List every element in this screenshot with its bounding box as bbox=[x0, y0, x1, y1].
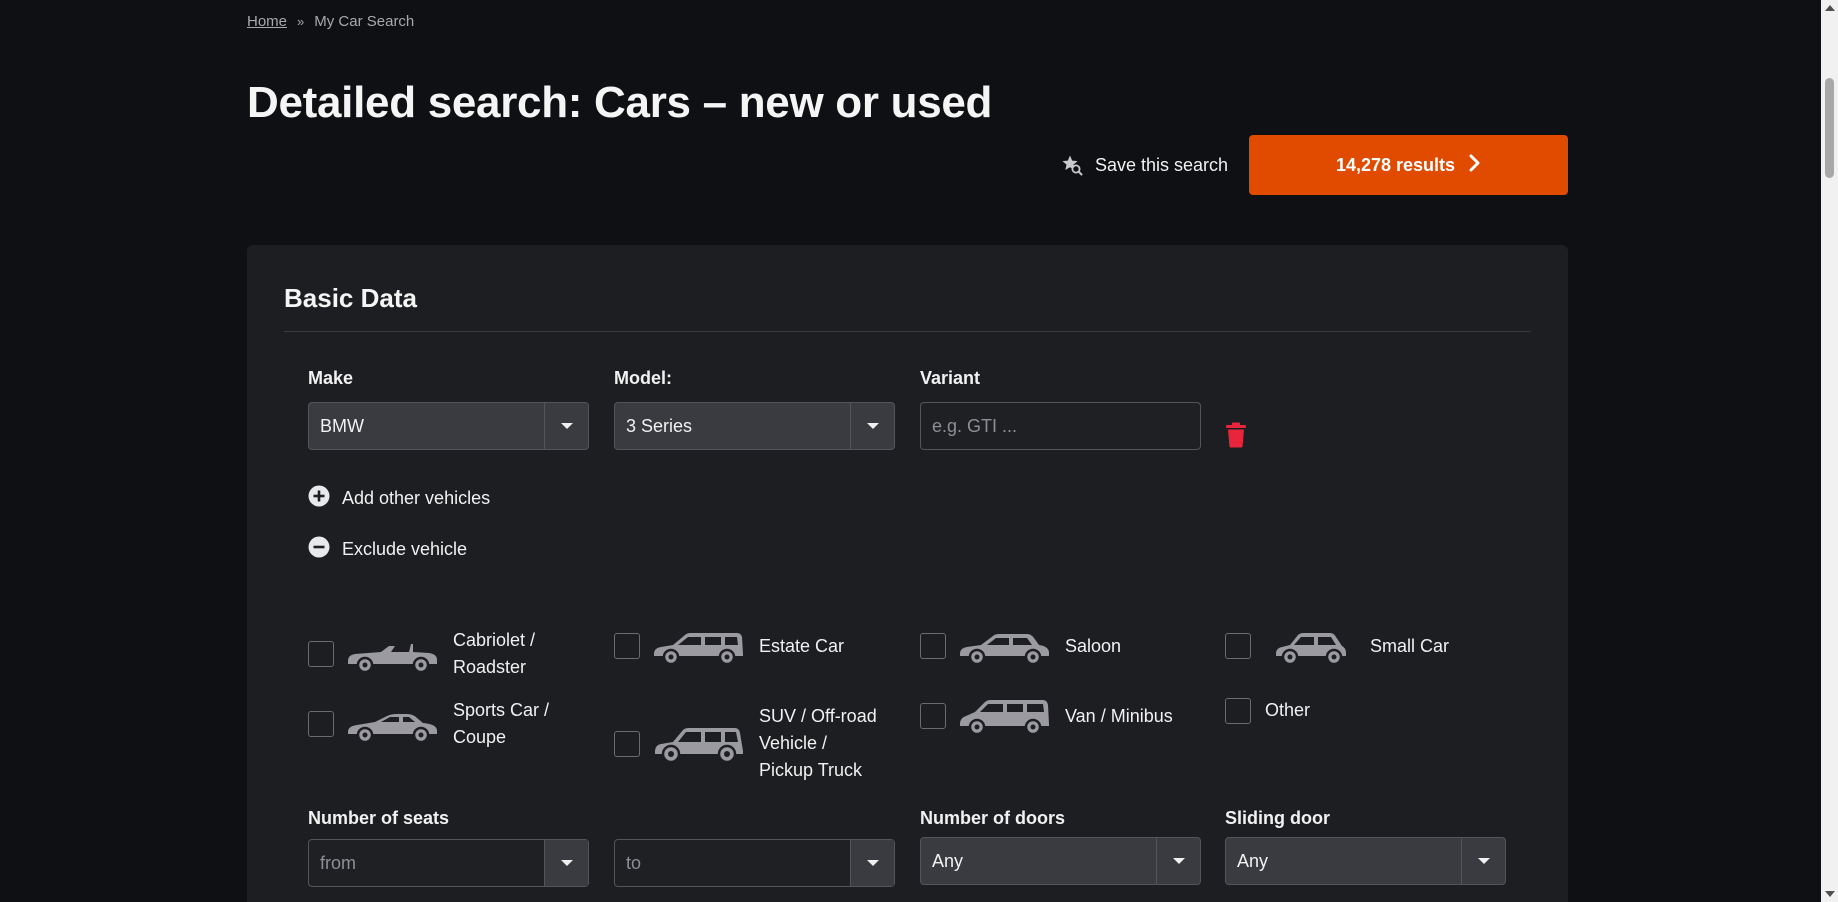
results-label: 14,278 results bbox=[1335, 154, 1456, 175]
model-select[interactable]: 3 Series bbox=[614, 402, 895, 450]
saloon-icon bbox=[960, 634, 1049, 665]
results-button[interactable]: 14,278 results bbox=[1249, 135, 1568, 195]
body-type-sports-car[interactable]: Sports Car / Coupe bbox=[308, 697, 563, 751]
add-other-vehicles-button[interactable]: Add other vehicles bbox=[308, 485, 490, 512]
estate-car-icon bbox=[654, 633, 743, 665]
chevron-right-icon bbox=[1469, 154, 1481, 177]
chevron-down-icon[interactable] bbox=[850, 840, 894, 886]
seats-label: Number of seats bbox=[308, 808, 450, 828]
body-type-label: SUV / Off-road Vehicle / Pickup Truck bbox=[759, 706, 877, 780]
save-search-button[interactable]: Save this search bbox=[1061, 150, 1228, 180]
body-type-suv[interactable]: SUV / Off-road Vehicle / Pickup Truck bbox=[614, 703, 884, 784]
trash-icon[interactable] bbox=[1225, 422, 1247, 453]
doors-select[interactable]: Any bbox=[920, 837, 1201, 885]
scroll-up-arrow-icon[interactable] bbox=[1825, 5, 1835, 11]
scroll-down-arrow-icon[interactable] bbox=[1825, 891, 1835, 897]
body-type-label: Sports Car / Coupe bbox=[453, 700, 550, 747]
make-label: Make bbox=[308, 368, 354, 388]
chevron-down-icon[interactable] bbox=[544, 840, 588, 886]
model-label: Model: bbox=[614, 368, 672, 388]
checkbox[interactable] bbox=[614, 730, 640, 757]
add-other-vehicles-label: Add other vehicles bbox=[342, 488, 491, 508]
body-type-label: Small Car bbox=[1370, 635, 1450, 656]
van-icon bbox=[960, 700, 1049, 735]
checkbox[interactable] bbox=[1225, 697, 1251, 724]
body-type-saloon[interactable]: Saloon bbox=[920, 627, 1121, 665]
exclude-vehicle-button[interactable]: Exclude vehicle bbox=[308, 536, 467, 563]
cabriolet-icon bbox=[348, 644, 437, 673]
make-select[interactable]: BMW bbox=[308, 402, 589, 450]
checkbox[interactable] bbox=[1225, 633, 1251, 659]
variant-label: Variant bbox=[920, 368, 981, 388]
doors-label: Number of doors bbox=[920, 808, 1066, 828]
body-type-label: Other bbox=[1265, 700, 1311, 720]
checkbox[interactable] bbox=[308, 641, 334, 667]
chevron-down-icon[interactable] bbox=[544, 403, 588, 449]
minus-circle-icon bbox=[308, 536, 330, 563]
doors-select-value: Any bbox=[932, 850, 964, 871]
body-type-label: Estate Car bbox=[759, 635, 845, 656]
make-select-value: BMW bbox=[320, 415, 364, 436]
chevron-down-icon[interactable] bbox=[1461, 838, 1505, 884]
checkbox[interactable] bbox=[920, 703, 946, 729]
body-type-estate-car[interactable]: Estate Car bbox=[614, 627, 844, 665]
body-type-other[interactable]: Other bbox=[1225, 697, 1310, 724]
basic-data-panel: Basic Data Make BMW Model: 3 Series Vari… bbox=[247, 245, 1568, 902]
exclude-vehicle-label: Exclude vehicle bbox=[342, 539, 468, 559]
checkbox[interactable] bbox=[614, 633, 640, 659]
sports-car-icon bbox=[348, 714, 437, 743]
scrollbar[interactable] bbox=[1821, 0, 1838, 902]
panel-title: Basic Data bbox=[284, 283, 417, 313]
sliding-door-select-value: Any bbox=[1237, 850, 1269, 871]
panel-divider bbox=[284, 331, 1531, 332]
plus-circle-icon bbox=[308, 485, 330, 512]
body-type-cabriolet[interactable]: Cabriolet / Roadster bbox=[308, 627, 563, 681]
small-car-icon bbox=[1276, 633, 1346, 665]
sliding-door-label: Sliding door bbox=[1225, 808, 1330, 828]
chevron-down-icon[interactable] bbox=[1156, 838, 1200, 884]
breadcrumb-home-link[interactable]: Home bbox=[247, 13, 287, 30]
body-type-small-car[interactable]: Small Car bbox=[1225, 627, 1449, 665]
body-type-van[interactable]: Van / Minibus bbox=[920, 697, 1173, 735]
breadcrumb-separator: » bbox=[297, 14, 305, 29]
body-type-label: Van / Minibus bbox=[1065, 705, 1173, 726]
chevron-down-icon[interactable] bbox=[850, 403, 894, 449]
body-type-label: Saloon bbox=[1065, 635, 1122, 656]
breadcrumb-current: My Car Search bbox=[314, 13, 415, 30]
sliding-door-select[interactable]: Any bbox=[1225, 837, 1506, 885]
save-search-label: Save this search bbox=[1095, 154, 1229, 175]
checkbox[interactable] bbox=[308, 711, 334, 737]
seats-from-value: from bbox=[320, 852, 356, 873]
page-title: Detailed search: Cars – new or used bbox=[247, 78, 993, 127]
seats-to-value: to bbox=[626, 852, 642, 873]
scrollbar-thumb[interactable] bbox=[1825, 78, 1834, 178]
breadcrumb: Home » My Car Search bbox=[247, 13, 414, 30]
seats-to-select[interactable]: to bbox=[614, 839, 895, 887]
body-type-label: Cabriolet / Roadster bbox=[453, 630, 536, 677]
suv-icon bbox=[655, 727, 743, 763]
variant-input[interactable] bbox=[920, 402, 1201, 450]
star-search-icon bbox=[1061, 154, 1083, 176]
checkbox[interactable] bbox=[920, 633, 946, 659]
model-select-value: 3 Series bbox=[626, 415, 693, 436]
seats-from-select[interactable]: from bbox=[308, 839, 589, 887]
